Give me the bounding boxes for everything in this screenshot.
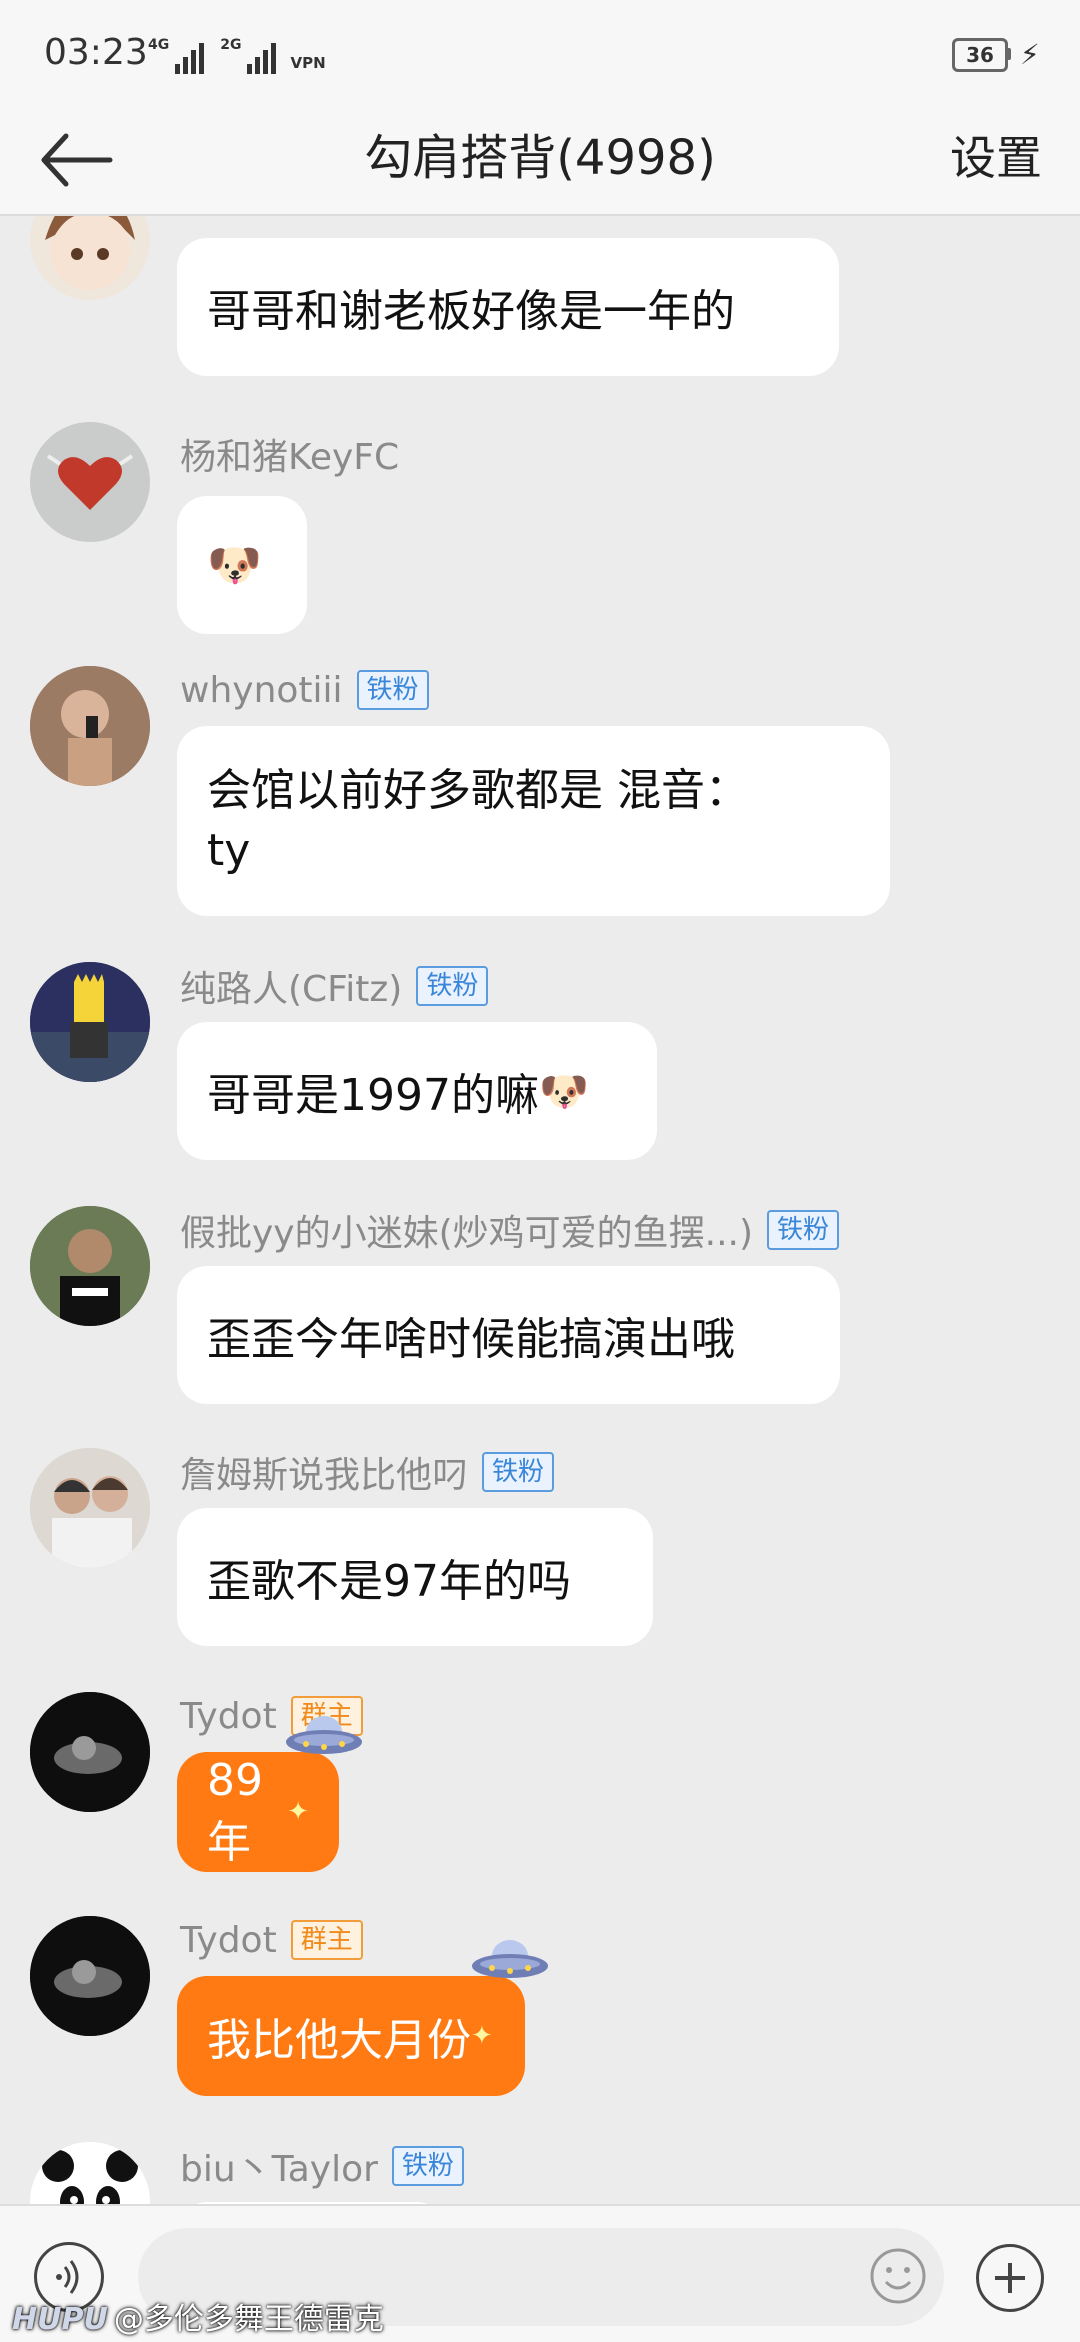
message-bubble[interactable]: 哥哥和谢老板好像是一年的 [177, 238, 839, 376]
network-indicator: 4G 2G VPN [148, 34, 326, 74]
panda-avatar-icon [30, 2142, 150, 2204]
page-title: 勾肩搭背(4998) [364, 130, 716, 186]
nick-row: 纯路人(CFitz) 铁粉 [180, 960, 489, 1012]
dark-photo-avatar-icon [30, 1692, 150, 1812]
doge-emoji-icon: 🐶 [538, 1068, 589, 1115]
fan-badge: 铁粉 [767, 1210, 840, 1250]
man-green-avatar-icon [30, 1206, 150, 1326]
message-list[interactable]: 哥哥和谢老板好像是一年的 杨和猪KeyFC 🐶 whynotiii 铁粉 会馆以… [0, 216, 1080, 2204]
status-bar: 03:23 4G 2G VPN 36 ⚡ [0, 0, 1080, 108]
message-bubble[interactable]: 我比他大月份 ✦ [177, 1976, 525, 2096]
message-bubble[interactable]: 89年 ✦ [177, 1752, 339, 1872]
status-time: 03:23 [44, 32, 148, 73]
bart-avatar-icon [30, 962, 150, 1082]
fan-badge: 铁粉 [416, 966, 489, 1006]
message-bubble[interactable]: 歪歌不是97年的吗 [177, 1508, 653, 1646]
add-button[interactable] [976, 2244, 1044, 2312]
signal-icon [247, 42, 277, 74]
back-button[interactable] [36, 128, 126, 192]
sparkle-icon: ✦ [471, 2021, 493, 2051]
watermark-text: @多伦多舞王德雷克 [113, 2302, 384, 2337]
back-arrow-icon [41, 133, 113, 187]
ufo-decoration-icon [472, 1940, 548, 1978]
avatar[interactable] [30, 666, 150, 786]
nick-row: 假批yy的小迷妹(炒鸡可爱的鱼摆...) 铁粉 [180, 1204, 840, 1256]
plus-icon [995, 2263, 1025, 2293]
message-bubble[interactable]: 会馆以前好多歌都是 混音： ty [177, 726, 890, 916]
avatar[interactable] [30, 962, 150, 1082]
smiley-icon [870, 2248, 926, 2304]
fan-badge: 铁粉 [356, 670, 429, 710]
message-bubble[interactable]: 🐶 [177, 496, 307, 634]
anime-avatar-icon [45, 216, 135, 290]
fan-badge: 铁粉 [391, 2146, 464, 2186]
message-bubble[interactable]: 歪歪今年啥时候能搞演出哦 [177, 1266, 840, 1404]
couple-avatar-icon [30, 1448, 150, 1568]
vpn-label: VPN [290, 54, 326, 72]
nickname[interactable]: biu丶Taylor [180, 2140, 378, 2192]
nickname[interactable]: Tydot [180, 1920, 277, 1961]
avatar[interactable] [30, 1692, 150, 1812]
doge-emoji-icon: 🐶 [207, 540, 262, 591]
avatar[interactable] [30, 1448, 150, 1568]
nickname[interactable]: 杨和猪KeyFC [180, 428, 399, 480]
nick-row: whynotiii 铁粉 [180, 666, 429, 714]
ufo-decoration-icon [286, 1716, 362, 1754]
dark-photo-avatar-icon [30, 1916, 150, 2036]
chat-header: 勾肩搭背(4998) 设置 [0, 108, 1080, 216]
net1-label: 4G [148, 37, 170, 53]
nickname[interactable]: whynotiii [180, 670, 343, 711]
nickname[interactable]: 纯路人(CFitz) [180, 960, 402, 1012]
watermark: HUPU @多伦多舞王德雷克 [12, 2294, 384, 2338]
nickname[interactable]: 假批yy的小迷妹(炒鸡可爱的鱼摆...) [180, 1204, 753, 1256]
message-text: 89年 [207, 1754, 263, 1868]
message-text-line: ty [207, 825, 251, 876]
message-bubble[interactable]: 哥哥是1997的嘛 🐶 [177, 1022, 657, 1160]
battery-icon: 36 [952, 38, 1008, 72]
message-text-line: 会馆以前好多歌都是 混音： [207, 765, 749, 816]
battery-tip [1007, 48, 1011, 60]
input-bar: HUPU @多伦多舞王德雷克 [0, 2204, 1080, 2342]
avatar[interactable] [30, 422, 150, 542]
fan-badge: 铁粉 [482, 1452, 555, 1492]
settings-button[interactable]: 设置 [950, 108, 1042, 214]
nick-row: 詹姆斯说我比他叼 铁粉 [180, 1446, 555, 1498]
avatar[interactable] [30, 1916, 150, 2036]
message-text: 哥哥是1997的嘛 [207, 1070, 539, 1121]
message-text: 我比他大月份 [207, 2015, 471, 2066]
nick-row: biu丶Taylor 铁粉 [180, 2142, 464, 2190]
avatar[interactable] [30, 216, 150, 300]
nick-row: Tydot 群主 [180, 1916, 363, 1964]
heart-album-avatar-icon [46, 454, 134, 510]
nick-row: 杨和猪KeyFC [180, 430, 399, 478]
net2-label: 2G [220, 37, 242, 53]
selfie-avatar-icon [30, 666, 150, 786]
signal-icon [175, 42, 205, 74]
nickname[interactable]: 詹姆斯说我比他叼 [180, 1446, 468, 1498]
owner-badge: 群主 [290, 1920, 363, 1960]
nickname[interactable]: Tydot [180, 1696, 277, 1737]
avatar[interactable] [30, 2142, 150, 2204]
hupu-logo: HUPU [12, 2302, 108, 2337]
sparkle-icon: ✦ [287, 1797, 309, 1827]
emoji-button[interactable] [868, 2246, 928, 2306]
avatar[interactable] [30, 1206, 150, 1326]
charging-icon: ⚡ [1020, 38, 1040, 71]
